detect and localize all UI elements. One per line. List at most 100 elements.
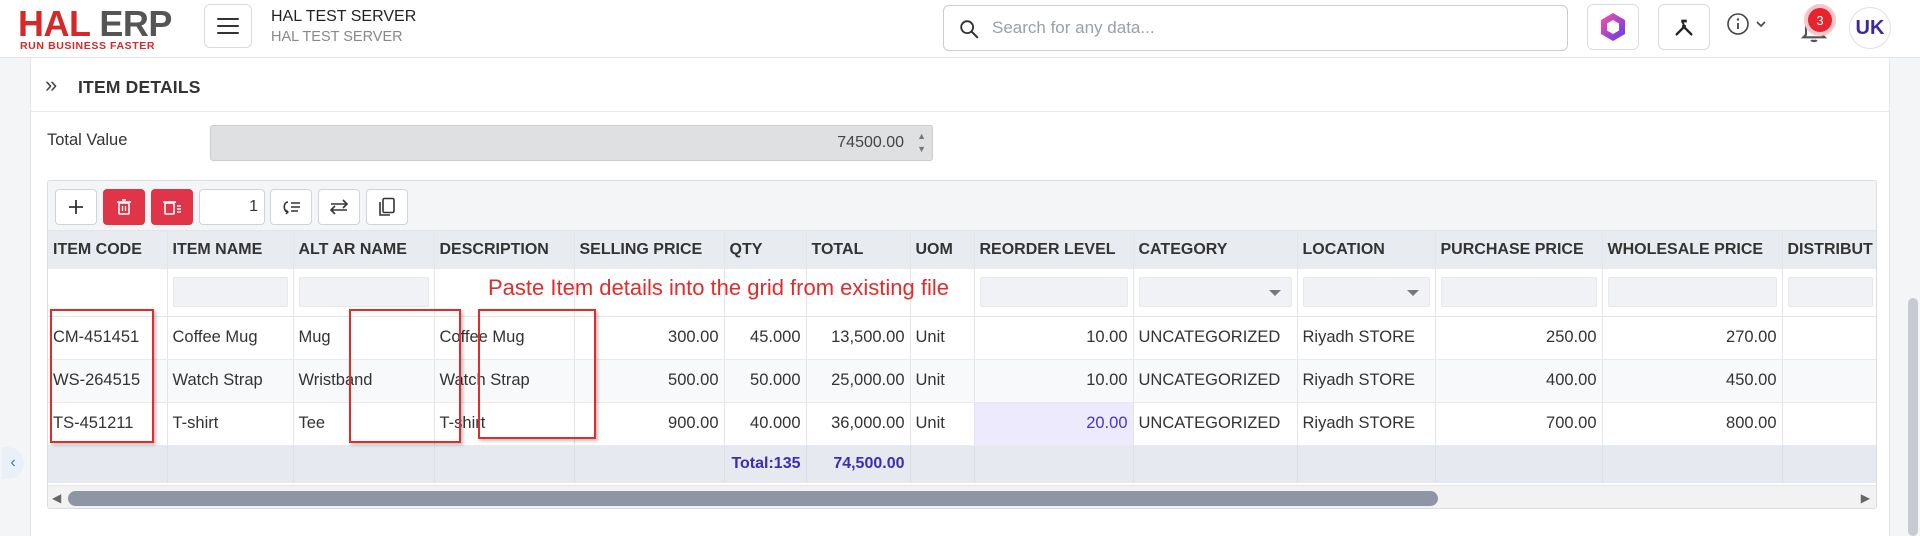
col-header-wholesale-price[interactable]: WHOLESALE PRICE (1602, 231, 1783, 269)
cell-reorder-level[interactable]: 10.00 (974, 316, 1134, 360)
filter-cell[interactable] (1782, 269, 1876, 317)
scroll-left-icon[interactable]: ◀ (52, 491, 61, 505)
col-header-reorder-level[interactable]: REORDER LEVEL (974, 231, 1134, 269)
cell-location[interactable]: Riyadh STORE (1297, 402, 1436, 446)
table-row[interactable]: CM-451451 Coffee Mug Mug Coffee Mug 300.… (48, 316, 1876, 360)
col-header-qty[interactable]: QTY (724, 231, 807, 269)
cell-selling-price[interactable]: 300.00 (574, 316, 725, 360)
scroll-right-icon[interactable]: ▶ (1861, 491, 1870, 505)
cell-location[interactable]: Riyadh STORE (1297, 359, 1436, 403)
cell-reorder-level[interactable]: 20.00 (974, 402, 1134, 446)
server-title: HAL TEST SERVER (271, 8, 417, 25)
cell-distributor[interactable] (1782, 402, 1876, 446)
col-header-item-code[interactable]: ITEM CODE (48, 231, 168, 269)
col-header-total[interactable]: TOTAL (806, 231, 911, 269)
cell-selling-price[interactable]: 500.00 (574, 359, 725, 403)
user-avatar[interactable]: UK (1849, 7, 1891, 49)
cell-category[interactable]: UNCATEGORIZED (1133, 316, 1298, 360)
tools-icon (1675, 19, 1693, 36)
trash-multiple-icon (163, 201, 181, 215)
cell-description[interactable]: Coffee Mug (434, 316, 575, 360)
filter-cell[interactable] (167, 269, 294, 317)
cell-item-code[interactable]: WS-264515 (48, 359, 168, 403)
cell-qty[interactable]: 45.000 (724, 316, 807, 360)
category-filter-select[interactable] (1133, 269, 1298, 317)
cell-wholesale-price[interactable]: 800.00 (1602, 402, 1783, 446)
total-value-field: 74500.00 ▲ ▼ (210, 125, 933, 161)
cell-item-name[interactable]: T-shirt (167, 402, 294, 446)
vertical-scrollbar-thumb[interactable] (1908, 298, 1918, 536)
col-header-selling-price[interactable]: SELLING PRICE (574, 231, 725, 269)
cell-wholesale-price[interactable]: 270.00 (1602, 316, 1783, 360)
cell-item-name[interactable]: Coffee Mug (167, 316, 294, 360)
hal-erp-logo[interactable]: HAL ERP RUN BUSINESS FASTER (18, 6, 186, 53)
hamburger-icon (217, 18, 239, 34)
cell-category[interactable]: UNCATEGORIZED (1133, 359, 1298, 403)
cell-description[interactable]: T-shirt (434, 402, 575, 446)
cell-uom[interactable]: Unit (910, 402, 975, 446)
cell-uom[interactable]: Unit (910, 316, 975, 360)
cell-purchase-price[interactable]: 250.00 (1435, 316, 1603, 360)
swap-columns-button[interactable] (318, 189, 360, 225)
cell-item-code[interactable]: TS-451211 (48, 402, 168, 446)
col-header-uom[interactable]: UOM (910, 231, 975, 269)
filter-cell[interactable] (974, 269, 1134, 317)
search-icon (960, 20, 979, 39)
double-chevron-right-icon[interactable]: » (45, 74, 57, 96)
filter-cell[interactable] (293, 269, 435, 317)
menu-toggle-button[interactable] (204, 4, 252, 48)
cell-location[interactable]: Riyadh STORE (1297, 316, 1436, 360)
cell-category[interactable]: UNCATEGORIZED (1133, 402, 1298, 446)
cell-distributor[interactable] (1782, 359, 1876, 403)
section-header[interactable]: » ITEM DETAILS (31, 58, 1889, 112)
cell-wholesale-price[interactable]: 450.00 (1602, 359, 1783, 403)
col-header-description[interactable]: DESCRIPTION (434, 231, 575, 269)
search-input[interactable] (992, 14, 1552, 42)
table-row[interactable]: WS-264515 Watch Strap Wristband Watch St… (48, 359, 1876, 403)
cell-uom[interactable]: Unit (910, 359, 975, 403)
filter-cell[interactable] (1435, 269, 1603, 317)
tools-button[interactable] (1658, 4, 1710, 50)
horizontal-scrollbar[interactable]: ◀ ▶ (48, 485, 1876, 508)
cell-qty[interactable]: 50.000 (724, 359, 807, 403)
filter-cell[interactable] (1602, 269, 1783, 317)
notification-badge: 3 (1808, 8, 1832, 32)
ai-assistant-button[interactable] (1587, 4, 1639, 50)
cell-reorder-level[interactable]: 10.00 (974, 359, 1134, 403)
table-row[interactable]: TS-451211 T-shirt Tee T-shirt 900.00 40.… (48, 402, 1876, 446)
cell-purchase-price[interactable]: 400.00 (1435, 359, 1603, 403)
col-header-category[interactable]: CATEGORY (1133, 231, 1298, 269)
row-count-input[interactable]: 1 (199, 189, 265, 225)
cell-description[interactable]: Watch Strap (434, 359, 575, 403)
col-header-purchase-price[interactable]: PURCHASE PRICE (1435, 231, 1603, 269)
col-header-alt-ar-name[interactable]: ALT AR NAME (293, 231, 435, 269)
delete-row-button[interactable] (103, 189, 145, 225)
cell-total[interactable]: 25,000.00 (806, 359, 911, 403)
cell-distributor[interactable] (1782, 316, 1876, 360)
cell-alt-ar-name[interactable]: Tee (293, 402, 435, 446)
location-filter-select[interactable] (1297, 269, 1436, 317)
items-table: ITEM CODE ITEM NAME ALT AR NAME DESCRIPT… (48, 231, 1876, 483)
scrollbar-thumb[interactable] (68, 491, 1438, 506)
copy-button[interactable] (366, 189, 408, 225)
sidebar-expand-icon[interactable]: ‹ (2, 447, 24, 479)
col-header-location[interactable]: LOCATION (1297, 231, 1436, 269)
cell-alt-ar-name[interactable]: Mug (293, 316, 435, 360)
delete-all-button[interactable] (151, 189, 193, 225)
cell-item-code[interactable]: CM-451451 (48, 316, 168, 360)
add-row-button[interactable] (55, 189, 97, 225)
cell-alt-ar-name[interactable]: Wristband (293, 359, 435, 403)
cell-total[interactable]: 36,000.00 (806, 402, 911, 446)
filter-cell[interactable] (48, 269, 168, 317)
cell-selling-price[interactable]: 900.00 (574, 402, 725, 446)
col-header-item-name[interactable]: ITEM NAME (167, 231, 294, 269)
help-menu[interactable] (1726, 12, 1768, 36)
sort-rows-button[interactable] (270, 189, 312, 225)
cell-item-name[interactable]: Watch Strap (167, 359, 294, 403)
cell-purchase-price[interactable]: 700.00 (1435, 402, 1603, 446)
item-details-panel: » ITEM DETAILS Total Value 74500.00 ▲ ▼ 1 (30, 58, 1890, 536)
cell-total[interactable]: 13,500.00 (806, 316, 911, 360)
vertical-scrollbar[interactable] (1904, 58, 1920, 536)
cell-qty[interactable]: 40.000 (724, 402, 807, 446)
col-header-distributor[interactable]: DISTRIBUT (1782, 231, 1876, 269)
